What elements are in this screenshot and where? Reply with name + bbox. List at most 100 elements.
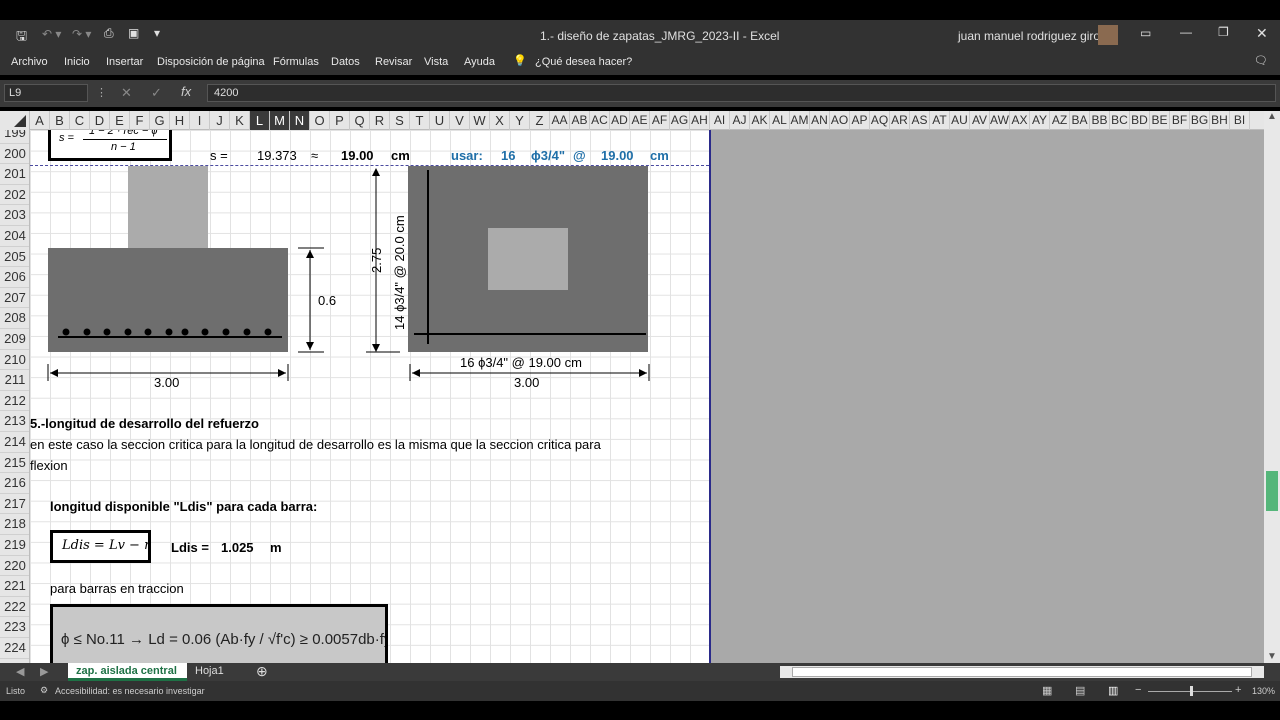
page-layout-icon[interactable]: ▤	[1075, 684, 1085, 697]
scroll-down-icon[interactable]: ▼	[1267, 651, 1277, 662]
column-header-bg[interactable]: BG	[1190, 111, 1210, 130]
vertical-scrollbar[interactable]: ▲ ▼	[1264, 111, 1280, 663]
name-box[interactable]: L9	[4, 84, 88, 102]
tab-next-icon[interactable]: ▶	[40, 665, 48, 678]
zoom-in-icon[interactable]: +	[1235, 684, 1241, 696]
redo-icon[interactable]: ↷ ▾	[72, 27, 91, 41]
column-header-h[interactable]: H	[170, 111, 190, 130]
column-header-c[interactable]: C	[70, 111, 90, 130]
column-header-y[interactable]: Y	[510, 111, 530, 130]
row-header-218[interactable]: 218	[0, 514, 29, 535]
tell-me-search[interactable]: ¿Qué desea hacer?	[535, 56, 632, 68]
column-header-u[interactable]: U	[430, 111, 450, 130]
row-header-208[interactable]: 208	[0, 308, 29, 329]
select-all-corner[interactable]	[0, 111, 30, 130]
row-header-211[interactable]: 211	[0, 370, 29, 391]
column-header-aj[interactable]: AJ	[730, 111, 750, 130]
column-header-an[interactable]: AN	[810, 111, 830, 130]
row-header-215[interactable]: 215	[0, 453, 29, 474]
column-header-ae[interactable]: AE	[630, 111, 650, 130]
sheet-tab-label[interactable]: zap. aislada central	[76, 665, 177, 677]
column-header-m[interactable]: M	[270, 111, 290, 130]
scroll-thumb[interactable]	[1266, 471, 1278, 511]
scroll-up-icon[interactable]: ▲	[1267, 111, 1277, 122]
column-header-ai[interactable]: AI	[710, 111, 730, 130]
column-header-ay[interactable]: AY	[1030, 111, 1050, 130]
column-header-t[interactable]: T	[410, 111, 430, 130]
tab-datos[interactable]: Datos	[331, 56, 360, 68]
sheet-tab-hoja1[interactable]: Hoja1	[195, 665, 224, 677]
ribbon-display-icon[interactable]: ▭	[1140, 26, 1151, 40]
save-icon[interactable]: 🖫	[16, 27, 27, 49]
column-header-ab[interactable]: AB	[570, 111, 590, 130]
comments-icon[interactable]: 🗨	[1254, 54, 1268, 67]
column-header-b[interactable]: B	[50, 111, 70, 130]
column-header-bh[interactable]: BH	[1210, 111, 1230, 130]
column-header-w[interactable]: W	[470, 111, 490, 130]
print-preview-icon[interactable]: ⎙	[104, 26, 114, 41]
row-header-212[interactable]: 212	[0, 391, 29, 412]
column-header-al[interactable]: AL	[770, 111, 790, 130]
zoom-out-icon[interactable]: −	[1135, 684, 1141, 696]
restore-icon[interactable]: ❐	[1218, 25, 1229, 39]
row-header-210[interactable]: 210	[0, 350, 29, 371]
row-header-209[interactable]: 209	[0, 329, 29, 350]
column-header-bi[interactable]: BI	[1230, 111, 1250, 130]
column-header-as[interactable]: AS	[910, 111, 930, 130]
h-scroll-thumb[interactable]	[792, 667, 1252, 677]
column-header-o[interactable]: O	[310, 111, 330, 130]
insert-function-icon[interactable]: fx	[181, 84, 191, 99]
row-header-199[interactable]: 199	[0, 130, 29, 144]
column-header-l[interactable]: L	[250, 111, 270, 130]
row-header-204[interactable]: 204	[0, 226, 29, 247]
row-header-206[interactable]: 206	[0, 267, 29, 288]
column-header-bf[interactable]: BF	[1170, 111, 1190, 130]
column-header-af[interactable]: AF	[650, 111, 670, 130]
sheet-grid[interactable]: s = 1 − 2 · rec − ϕ n − 1 s = 19.373 ≈ 1…	[30, 130, 709, 663]
user-name[interactable]: juan manuel rodriguez giroba	[958, 29, 1113, 43]
column-header-ak[interactable]: AK	[750, 111, 770, 130]
column-header-am[interactable]: AM	[790, 111, 810, 130]
row-header-207[interactable]: 207	[0, 288, 29, 309]
cancel-icon[interactable]: ✕	[121, 85, 132, 101]
column-header-q[interactable]: Q	[350, 111, 370, 130]
close-icon[interactable]: ✕	[1256, 25, 1268, 42]
column-header-ar[interactable]: AR	[890, 111, 910, 130]
horizontal-scrollbar[interactable]	[780, 666, 1264, 678]
column-header-j[interactable]: J	[210, 111, 230, 130]
normal-view-icon[interactable]: ▦	[1042, 684, 1052, 697]
column-header-e[interactable]: E	[110, 111, 130, 130]
column-header-v[interactable]: V	[450, 111, 470, 130]
column-header-k[interactable]: K	[230, 111, 250, 130]
row-header-224[interactable]: 224	[0, 638, 29, 659]
column-header-s[interactable]: S	[390, 111, 410, 130]
column-header-i[interactable]: I	[190, 111, 210, 130]
column-header-p[interactable]: P	[330, 111, 350, 130]
column-header-a[interactable]: A	[30, 111, 50, 130]
tab-insertar[interactable]: Insertar	[106, 56, 143, 68]
tab-ayuda[interactable]: Ayuda	[464, 56, 495, 68]
tab-prev-icon[interactable]: ◀	[16, 665, 24, 678]
column-header-d[interactable]: D	[90, 111, 110, 130]
add-sheet-icon[interactable]: ⊕	[256, 663, 268, 680]
row-header-223[interactable]: 223	[0, 617, 29, 638]
column-header-au[interactable]: AU	[950, 111, 970, 130]
lightbulb-icon[interactable]: 💡	[513, 54, 527, 67]
row-header-220[interactable]: 220	[0, 556, 29, 577]
enter-icon[interactable]: ✓	[151, 85, 162, 101]
column-header-z[interactable]: Z	[530, 111, 550, 130]
row-header-205[interactable]: 205	[0, 247, 29, 268]
column-header-bb[interactable]: BB	[1090, 111, 1110, 130]
column-header-ad[interactable]: AD	[610, 111, 630, 130]
row-header-201[interactable]: 201	[0, 164, 29, 185]
undo-icon[interactable]: ↶ ▾	[42, 27, 61, 41]
column-header-ac[interactable]: AC	[590, 111, 610, 130]
column-header-bc[interactable]: BC	[1110, 111, 1130, 130]
column-header-aw[interactable]: AW	[990, 111, 1010, 130]
column-header-ah[interactable]: AH	[690, 111, 710, 130]
accessibility-status[interactable]: Accesibilidad: es necesario investigar	[55, 686, 205, 696]
column-header-n[interactable]: N	[290, 111, 310, 130]
save-as-icon[interactable]: ▣	[128, 26, 139, 40]
row-header-203[interactable]: 203	[0, 205, 29, 226]
column-header-r[interactable]: R	[370, 111, 390, 130]
